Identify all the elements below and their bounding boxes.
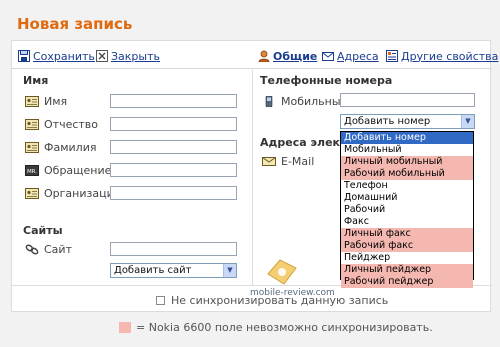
first-name-input[interactable] [110,94,237,108]
dropdown-option[interactable]: Телефон [341,180,473,192]
dropdown-option[interactable]: Рабочий факс [341,240,473,252]
pink-swatch [119,322,131,333]
dropdown-option[interactable]: Рабочий пейджер [341,276,473,288]
legend: = Nokia 6600 поле невозможно синхронизир… [119,321,433,334]
chevron-down-icon: ▼ [461,115,474,128]
toolbar: Сохранить Закрыть Общие Адреса Другие св… [12,41,498,69]
watermark-graphic [267,259,297,285]
add-number-select-value: Добавить номер [344,116,431,127]
card-icon [25,95,39,107]
dropdown-option[interactable]: Рабочий мобильный [341,168,473,180]
tab-other-properties[interactable]: Другие свойства [386,49,498,63]
dropdown-option[interactable]: Мобильный [341,144,473,156]
column-divider [252,70,253,285]
site-label: Сайт [44,242,72,256]
middle-name-label: Отчество [44,117,99,131]
watermark-logo: mobile-review.com [250,254,335,300]
dropdown-option[interactable]: Рабочий [341,204,473,216]
watermark-text: mobile-review.com [250,288,335,298]
add-number-select[interactable]: Добавить номер ▼ [340,114,475,129]
save-button[interactable]: Сохранить [18,49,95,63]
close-button[interactable]: Закрыть [96,49,160,63]
envelope-icon [262,156,276,167]
sites-section-title: Сайты [23,224,63,237]
dropdown-option[interactable]: Домашний [341,192,473,204]
organization-label-row: Организация [25,186,120,200]
add-number-dropdown-list[interactable]: Добавить номер Мобильный Личный мобильны… [340,131,474,288]
floppy-disk-icon [18,50,30,62]
first-name-label: Имя [44,94,68,108]
legend-text: = Nokia 6600 поле невозможно синхронизир… [136,321,433,334]
last-name-input[interactable] [110,140,237,154]
close-icon [96,50,108,62]
salutation-label-row: MR. Обращение [25,163,111,177]
middle-name-label-row: Отчество [25,117,98,131]
contact-form-panel: Сохранить Закрыть Общие Адреса Другие св… [11,40,498,312]
first-name-label-row: Имя [25,94,67,108]
email-section-title: Адреса электр [260,136,340,149]
mobile-input[interactable] [340,93,475,107]
mobile-label: Мобильный [281,94,348,108]
middle-name-input[interactable] [110,117,237,131]
last-name-label: Фамилия [44,140,97,154]
card-icon [25,187,39,199]
title-badge-icon: MR. [25,164,39,176]
dropdown-option[interactable]: Личный пейджер [341,264,473,276]
sync-checkbox[interactable] [156,296,165,305]
mobile-label-row: Мобильный [262,94,348,108]
add-site-select[interactable]: Добавить сайт ▼ [110,263,237,278]
dropdown-option[interactable]: Добавить номер [341,132,473,144]
site-input[interactable] [110,242,237,256]
dropdown-option[interactable]: Личный факс [341,228,473,240]
person-icon [258,50,270,63]
mobile-phone-icon [262,95,276,107]
organization-label: Организация [44,186,121,200]
page-title: Новая запись [17,15,133,33]
email-label: E-Mail [281,154,315,168]
dropdown-option[interactable]: Факс [341,216,473,228]
email-label-row: E-Mail [262,154,314,168]
last-name-label-row: Фамилия [25,140,96,154]
tab-addresses[interactable]: Адреса [322,49,379,63]
site-label-row: Сайт [25,242,72,256]
salutation-label: Обращение [44,163,112,177]
name-section-title: Имя [23,74,49,87]
dropdown-option[interactable]: Личный мобильный [341,156,473,168]
card-icon [25,141,39,153]
organization-input[interactable] [110,186,237,200]
tab-general[interactable]: Общие [258,49,317,63]
phones-section-title: Телефонные номера [260,74,393,87]
chain-link-icon [25,244,39,255]
save-label: Сохранить [33,49,95,63]
card-icon [25,118,39,130]
tab-other-properties-label: Другие свойства [401,49,499,63]
envelope-icon [322,50,334,62]
title-badge-text: MR. [27,169,37,175]
tab-addresses-label: Адреса [337,49,379,63]
properties-icon [386,50,398,62]
salutation-input[interactable] [110,163,237,177]
add-site-select-value: Добавить сайт [114,265,192,276]
close-label: Закрыть [111,49,160,63]
tab-general-label: Общие [273,49,318,63]
chevron-down-icon: ▼ [223,264,236,277]
dropdown-option[interactable]: Пейджер [341,252,473,264]
